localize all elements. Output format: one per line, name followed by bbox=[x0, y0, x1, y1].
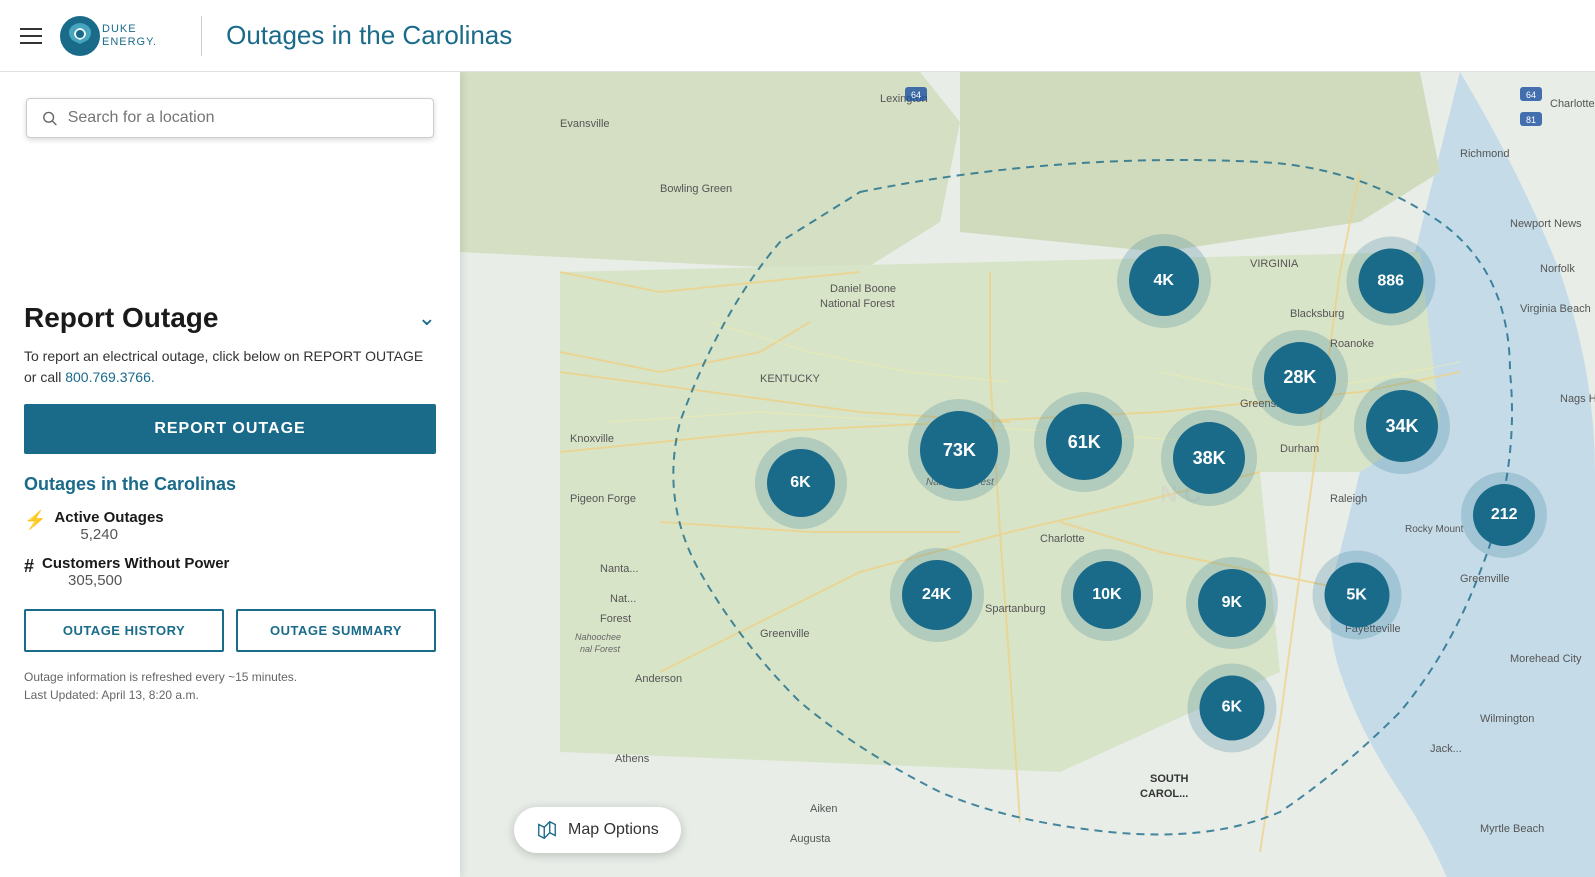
svg-text:81: 81 bbox=[1526, 115, 1536, 125]
svg-text:Rocky Mount: Rocky Mount bbox=[1405, 524, 1464, 535]
svg-text:nal Forest: nal Forest bbox=[580, 644, 621, 654]
hash-icon: # bbox=[24, 556, 34, 577]
footer-note: Outage information is refreshed every ~1… bbox=[24, 668, 436, 704]
brand-name: DUKE ENERGY. bbox=[102, 23, 157, 47]
lightning-icon: ⚡ bbox=[24, 510, 46, 531]
map-options-button[interactable]: Map Options bbox=[514, 807, 681, 853]
svg-text:National Forest: National Forest bbox=[820, 298, 895, 310]
svg-text:Aiken: Aiken bbox=[810, 803, 838, 815]
svg-text:Evansville: Evansville bbox=[560, 118, 610, 130]
active-outages-value: 5,240 bbox=[80, 526, 163, 543]
report-outage-header: Report Outage ⌄ bbox=[24, 302, 436, 334]
svg-text:Anderson: Anderson bbox=[635, 673, 682, 685]
svg-text:Roanoke: Roanoke bbox=[1330, 338, 1374, 350]
customers-stat: # Customers Without Power 305,500 bbox=[24, 555, 436, 589]
search-input[interactable] bbox=[68, 109, 419, 127]
svg-text:64: 64 bbox=[911, 90, 921, 100]
svg-text:64: 64 bbox=[1526, 90, 1536, 100]
customers-value: 305,500 bbox=[68, 572, 229, 589]
action-buttons: OUTAGE HISTORY OUTAGE SUMMARY bbox=[24, 609, 436, 652]
svg-text:Nags Head: Nags Head bbox=[1560, 393, 1595, 405]
outage-history-button[interactable]: OUTAGE HISTORY bbox=[24, 609, 224, 652]
footer-note-line2: Last Updated: April 13, 8:20 a.m. bbox=[24, 686, 436, 704]
svg-text:KENTUCKY: KENTUCKY bbox=[760, 373, 821, 385]
svg-text:Charlotte: Charlotte bbox=[1040, 533, 1085, 545]
map-area: Lexington Charlottesville Richmond Newpo… bbox=[460, 72, 1595, 877]
svg-text:N C: N C bbox=[1160, 481, 1201, 508]
svg-text:Raleigh: Raleigh bbox=[1330, 493, 1367, 505]
svg-text:Blacksburg: Blacksburg bbox=[1290, 308, 1344, 320]
svg-text:Richmond: Richmond bbox=[1460, 148, 1510, 160]
search-box bbox=[26, 98, 434, 138]
svg-text:Cherokee: Cherokee bbox=[940, 464, 984, 475]
active-outages-stat: ⚡ Active Outages 5,240 bbox=[24, 509, 436, 543]
svg-text:Pigeon Forge: Pigeon Forge bbox=[570, 493, 636, 505]
report-outage-title: Report Outage bbox=[24, 302, 218, 334]
svg-text:CAROL...: CAROL... bbox=[1140, 788, 1188, 800]
customers-label: Customers Without Power bbox=[42, 555, 229, 572]
chevron-down-icon[interactable]: ⌄ bbox=[418, 305, 436, 331]
svg-text:Athens: Athens bbox=[615, 753, 650, 765]
svg-text:Charlottesville: Charlottesville bbox=[1550, 98, 1595, 110]
search-icon bbox=[41, 109, 58, 127]
svg-text:Newport News: Newport News bbox=[1510, 218, 1582, 230]
svg-text:Augusta: Augusta bbox=[790, 833, 831, 845]
svg-text:Jack...: Jack... bbox=[1430, 743, 1462, 755]
report-outage-button[interactable]: REPORT OUTAGE bbox=[24, 404, 436, 454]
svg-text:Spartanburg: Spartanburg bbox=[985, 603, 1046, 615]
svg-text:Daniel Boone: Daniel Boone bbox=[830, 283, 896, 295]
svg-text:Greenville: Greenville bbox=[1460, 573, 1510, 585]
svg-text:Durham: Durham bbox=[1280, 443, 1319, 455]
search-container bbox=[10, 84, 450, 152]
brand-duke: DUKE bbox=[102, 23, 157, 35]
menu-icon[interactable] bbox=[20, 23, 42, 49]
brand-energy: ENERGY. bbox=[102, 36, 157, 48]
svg-text:Wilmington: Wilmington bbox=[1480, 713, 1534, 725]
report-outage-description: To report an electrical outage, click be… bbox=[24, 346, 436, 388]
svg-text:National Forest: National Forest bbox=[926, 477, 995, 488]
svg-text:Norfolk: Norfolk bbox=[1540, 263, 1575, 275]
header: DUKE ENERGY. Outages in the Carolinas bbox=[0, 0, 1595, 72]
duke-energy-logo bbox=[58, 14, 102, 58]
svg-text:Bowling Green: Bowling Green bbox=[660, 183, 732, 195]
phone-link[interactable]: 800.769.3766. bbox=[65, 369, 155, 385]
svg-text:Winston: Winston bbox=[1075, 418, 1115, 430]
active-outages-label: Active Outages bbox=[54, 509, 163, 526]
svg-text:Morehead City: Morehead City bbox=[1510, 653, 1582, 665]
map-options-label: Map Options bbox=[568, 821, 659, 839]
svg-text:SOUTH: SOUTH bbox=[1150, 773, 1189, 785]
svg-text:Knoxville: Knoxville bbox=[570, 433, 614, 445]
header-divider bbox=[201, 16, 202, 56]
svg-text:Fayetteville: Fayetteville bbox=[1345, 623, 1401, 635]
svg-text:Virginia Beach: Virginia Beach bbox=[1520, 303, 1591, 315]
page-title: Outages in the Carolinas bbox=[226, 20, 512, 51]
outages-section-title: Outages in the Carolinas bbox=[24, 474, 436, 495]
footer-note-line1: Outage information is refreshed every ~1… bbox=[24, 668, 436, 686]
svg-text:Nat...: Nat... bbox=[610, 593, 636, 605]
outage-summary-button[interactable]: OUTAGE SUMMARY bbox=[236, 609, 436, 652]
main-container: Report Outage ⌄ To report an electrical … bbox=[0, 72, 1595, 877]
svg-text:Myrtle Beach: Myrtle Beach bbox=[1480, 823, 1544, 835]
svg-text:Greensboro: Greensboro bbox=[1240, 398, 1298, 410]
map-options-icon bbox=[536, 819, 558, 841]
svg-text:Forest: Forest bbox=[600, 613, 631, 625]
svg-text:Nanta...: Nanta... bbox=[600, 563, 639, 575]
svg-text:VIRGINIA: VIRGINIA bbox=[1250, 258, 1299, 270]
sidebar-content: Report Outage ⌄ To report an electrical … bbox=[0, 282, 460, 877]
logo: DUKE ENERGY. bbox=[58, 14, 157, 58]
svg-text:Greenville: Greenville bbox=[760, 628, 810, 640]
sidebar: Report Outage ⌄ To report an electrical … bbox=[0, 72, 460, 877]
map-background: Lexington Charlottesville Richmond Newpo… bbox=[460, 72, 1595, 877]
svg-text:Nahoochee: Nahoochee bbox=[575, 632, 621, 642]
